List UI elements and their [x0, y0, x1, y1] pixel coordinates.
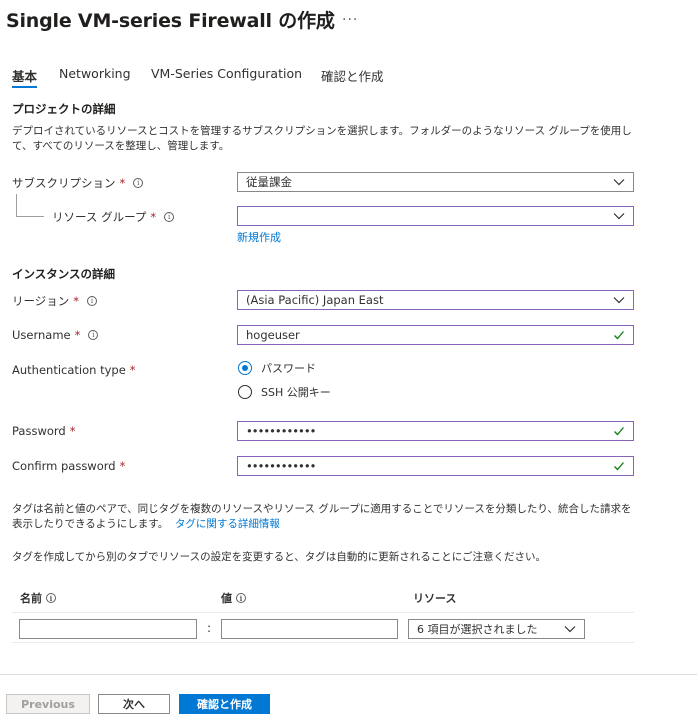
info-icon[interactable]: i: [46, 593, 56, 603]
required-mark: *: [150, 210, 157, 224]
radio-button-selected[interactable]: [238, 361, 252, 375]
tags-note: タグを作成してから別のタブでリソースの設定を変更すると、タグは自動的に更新される…: [12, 551, 547, 563]
tag-value-input[interactable]: [221, 619, 398, 639]
tab-review-create[interactable]: 確認と作成: [321, 66, 384, 85]
required-mark: *: [119, 176, 126, 190]
table-divider: [12, 612, 634, 613]
chevron-down-icon: [613, 176, 625, 188]
tag-separator: :: [207, 621, 212, 635]
tab-networking[interactable]: Networking: [59, 66, 131, 81]
resource-group-label: リソース グループ * i: [52, 209, 175, 225]
username-label: Username * i: [12, 328, 99, 342]
tree-connector: [16, 194, 44, 217]
username-value: hogeuser: [246, 328, 300, 342]
project-details-description: デプロイされているリソースとコストを管理するサブスクリプションを選択します。フォ…: [12, 125, 632, 152]
create-new-resource-group-link[interactable]: 新規作成: [237, 229, 281, 245]
instance-details-title: インスタンスの詳細: [12, 267, 116, 281]
review-create-button[interactable]: 確認と作成: [179, 694, 270, 714]
password-label-text: Password: [12, 424, 66, 438]
info-icon[interactable]: i: [164, 212, 175, 222]
auth-radio-password[interactable]: パスワード: [238, 360, 316, 376]
next-button[interactable]: 次へ: [98, 694, 170, 714]
confirm-password-input[interactable]: ••••••••••••: [237, 456, 634, 476]
tag-name-input[interactable]: [19, 619, 197, 639]
subscription-label-text: サブスクリプション: [12, 176, 116, 190]
required-mark: *: [69, 424, 76, 438]
confirm-password-label-text: Confirm password: [12, 459, 116, 473]
page-title: Single VM-series Firewall の作成: [6, 10, 335, 32]
project-details-title: プロジェクトの詳細: [12, 102, 116, 116]
tab-vm-series-configuration[interactable]: VM-Series Configuration: [151, 66, 302, 81]
tag-name-header: 名前 i: [20, 590, 56, 606]
chevron-down-icon: [613, 294, 625, 306]
tab-basics[interactable]: 基本: [12, 66, 37, 85]
username-label-text: Username: [12, 328, 71, 342]
subscription-dropdown[interactable]: 従量課金: [237, 172, 634, 192]
chevron-down-icon: [613, 210, 625, 222]
required-mark: *: [74, 328, 81, 342]
required-mark: *: [73, 294, 80, 308]
previous-button[interactable]: Previous: [6, 694, 90, 714]
tag-resource-dropdown[interactable]: 6 項目が選択されました: [408, 619, 585, 639]
tag-value-header: 値i: [221, 590, 246, 606]
auth-type-label-text: Authentication type: [12, 363, 126, 377]
info-icon[interactable]: i: [87, 296, 98, 306]
auth-type-label: Authentication type *: [12, 363, 136, 377]
region-label-text: リージョン: [12, 294, 70, 308]
checkmark-icon: [613, 460, 625, 472]
username-input[interactable]: hogeuser: [237, 325, 634, 345]
region-value: (Asia Pacific) Japan East: [246, 293, 384, 307]
required-mark: *: [129, 363, 136, 377]
auth-option-password: パスワード: [261, 362, 316, 375]
table-divider: [12, 642, 634, 643]
radio-dot: [242, 365, 248, 371]
tag-resource-header: リソース: [413, 592, 457, 605]
checkmark-icon: [613, 425, 625, 437]
tags-description-text: タグは名前と値のペアで、同じタグを複数のリソースやリソース グループに適用するこ…: [12, 503, 632, 530]
region-dropdown[interactable]: (Asia Pacific) Japan East: [237, 290, 634, 310]
password-value: ••••••••••••: [246, 424, 316, 438]
password-label: Password *: [12, 424, 75, 438]
checkmark-icon: [613, 329, 625, 341]
confirm-password-label: Confirm password *: [12, 459, 125, 473]
tags-description: タグは名前と値のペアで、同じタグを複数のリソースやリソース グループに適用するこ…: [12, 502, 640, 532]
auth-radio-ssh[interactable]: SSH 公開キー: [238, 384, 331, 400]
required-mark: *: [119, 459, 126, 473]
password-input[interactable]: ••••••••••••: [237, 421, 634, 441]
region-label: リージョン * i: [12, 293, 98, 309]
radio-button[interactable]: [238, 385, 252, 399]
info-icon[interactable]: i: [88, 330, 99, 340]
auth-option-ssh: SSH 公開キー: [261, 386, 331, 399]
chevron-down-icon: [564, 623, 576, 635]
subscription-label: サブスクリプション * i: [12, 175, 144, 191]
info-icon[interactable]: i: [236, 593, 246, 603]
resource-group-dropdown[interactable]: [237, 206, 634, 226]
subscription-value: 従量課金: [246, 175, 292, 189]
tag-value-header-text: 値: [221, 592, 232, 605]
tag-name-header-text: 名前: [20, 592, 42, 605]
info-icon[interactable]: i: [133, 178, 144, 188]
more-options-button[interactable]: ...: [342, 8, 358, 24]
resource-group-label-text: リソース グループ: [52, 210, 147, 224]
active-tab-indicator: [12, 86, 37, 88]
tags-learn-more-link[interactable]: タグに関する詳細情報: [175, 518, 280, 530]
footer-divider: [0, 674, 697, 675]
tag-resource-value: 6 項目が選択されました: [417, 623, 538, 636]
confirm-password-value: ••••••••••••: [246, 459, 316, 473]
